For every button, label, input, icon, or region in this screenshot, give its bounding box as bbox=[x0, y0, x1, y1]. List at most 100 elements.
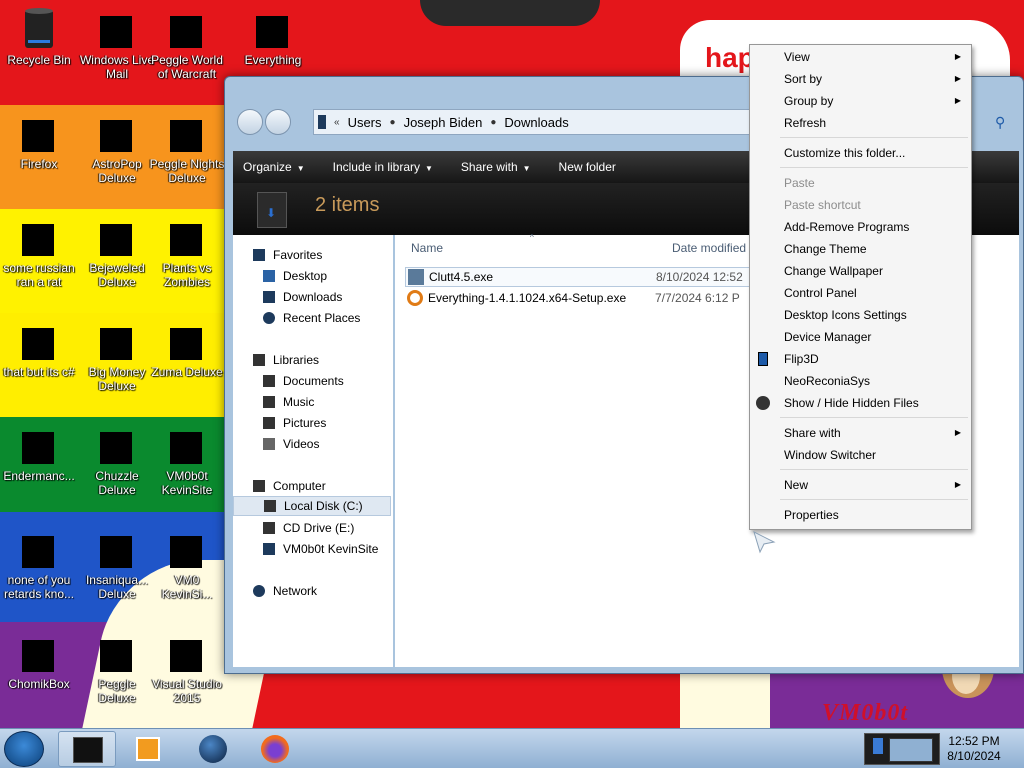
taskbar-explorer-button[interactable] bbox=[58, 731, 116, 767]
nav-label: Downloads bbox=[283, 290, 343, 304]
app-icon bbox=[16, 214, 62, 258]
desktop-icon-russian-rat[interactable]: some russian ran a rat bbox=[0, 214, 78, 289]
nav-network[interactable]: Network bbox=[233, 581, 391, 601]
organize-button[interactable]: Organize ▼ bbox=[243, 160, 305, 174]
nav-cd-drive[interactable]: CD Drive (E:) bbox=[233, 518, 391, 538]
desktop-icon-peggle-wow[interactable]: Peggle World of Warcraft bbox=[148, 6, 226, 81]
menu-item-device-manager[interactable]: Device Manager bbox=[750, 326, 971, 348]
computer-icon bbox=[253, 480, 265, 492]
desktop-icon-label: Peggle Deluxe bbox=[98, 677, 136, 705]
nav-desktop[interactable]: Desktop bbox=[233, 266, 391, 286]
menu-item-flip3d[interactable]: Flip3D bbox=[750, 348, 971, 370]
nav-computer[interactable]: Computer bbox=[233, 476, 391, 496]
app-icon bbox=[16, 422, 62, 466]
menu-item-change-theme[interactable]: Change Theme bbox=[750, 238, 971, 260]
nav-documents[interactable]: Documents bbox=[233, 371, 391, 391]
nav-local-disk[interactable]: Local Disk (C:) bbox=[233, 496, 391, 516]
desktop-icon-visual-studio[interactable]: Visual Studio 2015 bbox=[148, 630, 226, 705]
menu-item-control-panel[interactable]: Control Panel bbox=[750, 282, 971, 304]
menu-item-new[interactable]: New ▶ bbox=[750, 474, 971, 496]
desktop-icon-csharp[interactable]: that but its c# bbox=[0, 318, 78, 379]
desktop-icon-chuzzle[interactable]: Chuzzle Deluxe bbox=[78, 422, 156, 497]
menu-item-refresh[interactable]: Refresh bbox=[750, 112, 971, 134]
breadcrumb[interactable]: « Users ● Joseph Biden ● Downloads ▼ bbox=[313, 109, 793, 135]
menu-item-sort-by[interactable]: Sort by ▶ bbox=[750, 68, 971, 90]
menu-label: Share with bbox=[784, 426, 841, 440]
desktop-icon-zuma[interactable]: Zuma Deluxe bbox=[148, 318, 226, 379]
nav-favorites[interactable]: Favorites bbox=[233, 245, 391, 265]
game-icon bbox=[164, 214, 210, 258]
breadcrumb-joseph-biden[interactable]: Joseph Biden bbox=[396, 115, 491, 130]
menu-item-show-hide-hidden[interactable]: Show / Hide Hidden Files bbox=[750, 392, 971, 414]
desktop-icon-label: Zuma Deluxe bbox=[151, 365, 223, 379]
desktop-icon-firefox[interactable]: Firefox bbox=[0, 110, 78, 171]
new-folder-button[interactable]: New folder bbox=[559, 160, 616, 174]
nav-vm0b0t-kevinsite[interactable]: VM0b0t KevinSite bbox=[233, 539, 391, 559]
desktop-icon-big-money[interactable]: Big Money Deluxe bbox=[78, 318, 156, 393]
system-tray[interactable] bbox=[864, 733, 940, 765]
desktop-icon-none-of-you[interactable]: none of you retards kno... bbox=[0, 526, 78, 601]
tray-app-icon[interactable] bbox=[873, 738, 883, 754]
desktop-icon-bejeweled[interactable]: Bejeweled Deluxe bbox=[78, 214, 156, 289]
desktop-icon bbox=[263, 270, 275, 282]
file-name: Clutt4.5.exe bbox=[429, 270, 494, 284]
menu-item-properties[interactable]: Properties bbox=[750, 504, 971, 526]
back-button[interactable] bbox=[237, 109, 263, 135]
desktop-icon-endermanc[interactable]: Endermanc... bbox=[0, 422, 78, 483]
desktop-icon-label: VM0 KevinSi... bbox=[161, 573, 213, 601]
menu-separator bbox=[780, 137, 968, 138]
menu-item-add-remove-programs[interactable]: Add-Remove Programs bbox=[750, 216, 971, 238]
taskbar-app-button[interactable] bbox=[184, 731, 242, 767]
chevron-down-icon: ▼ bbox=[522, 164, 531, 173]
column-header-date-modified[interactable]: Date modified bbox=[672, 241, 746, 255]
desktop-icon-chomikbox[interactable]: ChomikBox bbox=[0, 630, 78, 691]
desktop-icon-label: Firefox bbox=[20, 157, 58, 171]
desktop-icon-recycle-bin[interactable]: Recycle Bin bbox=[0, 6, 78, 67]
taskbar-firefox-button[interactable] bbox=[246, 731, 304, 767]
menu-item-share-with[interactable]: Share with ▶ bbox=[750, 422, 971, 444]
nav-label: Pictures bbox=[283, 416, 327, 430]
desktop-icon-everything[interactable]: Everything bbox=[234, 6, 312, 67]
menu-item-customize[interactable]: Customize this folder... bbox=[750, 142, 971, 164]
start-button[interactable] bbox=[4, 731, 44, 767]
nav-music[interactable]: Music bbox=[233, 392, 391, 412]
file-date: 8/10/2024 12:52 bbox=[656, 270, 743, 284]
desktop-icon-peggle-nights[interactable]: Peggle Nights Deluxe bbox=[148, 110, 226, 185]
menu-item-view[interactable]: View ▶ bbox=[750, 46, 971, 68]
submenu-arrow-icon: ▶ bbox=[954, 74, 961, 83]
taskbar-clock[interactable]: 12:52 PM 8/10/2024 bbox=[944, 734, 1004, 764]
menu-item-neoreconiasys[interactable]: NeoReconiaSys bbox=[750, 370, 971, 392]
nav-videos[interactable]: Videos bbox=[233, 434, 391, 454]
tray-preview-icon[interactable] bbox=[889, 738, 933, 762]
desktop-icon-insaniquarium[interactable]: Insaniqua... Deluxe bbox=[78, 526, 156, 601]
nav-label: Computer bbox=[273, 479, 326, 493]
breadcrumb-users[interactable]: Users bbox=[340, 115, 390, 130]
nav-downloads[interactable]: Downloads bbox=[233, 287, 391, 307]
nav-label: VM0b0t KevinSite bbox=[283, 542, 379, 556]
globe-icon bbox=[199, 735, 227, 763]
share-with-button[interactable]: Share with ▼ bbox=[461, 160, 531, 174]
nav-label: Documents bbox=[283, 374, 344, 388]
menu-item-change-wallpaper[interactable]: Change Wallpaper bbox=[750, 260, 971, 282]
taskbar-media-player-button[interactable] bbox=[120, 731, 178, 767]
desktop-icon-plants-vs-zombies[interactable]: Plants vs Zombies bbox=[148, 214, 226, 289]
include-in-library-button[interactable]: Include in library ▼ bbox=[333, 160, 433, 174]
menu-item-group-by[interactable]: Group by ▶ bbox=[750, 90, 971, 112]
desktop-icon-peggle-deluxe[interactable]: Peggle Deluxe bbox=[78, 630, 156, 705]
download-arrow-icon: ⬇ bbox=[266, 206, 277, 220]
breadcrumb-downloads[interactable]: Downloads bbox=[496, 115, 576, 130]
menu-item-desktop-icons-settings[interactable]: Desktop Icons Settings bbox=[750, 304, 971, 326]
column-header-name[interactable]: Name bbox=[411, 241, 443, 255]
search-icon[interactable]: ⚲ bbox=[995, 115, 1005, 131]
desktop-icon-label: that but its c# bbox=[3, 365, 75, 379]
forward-button[interactable] bbox=[265, 109, 291, 135]
desktop-icon-vm0b0t-kevinsite[interactable]: VM0b0t KevinSite bbox=[148, 422, 226, 497]
desktop-icon-windows-live-mail[interactable]: Windows Live Mail bbox=[78, 6, 156, 81]
desktop-icon-vm0-kevinsite[interactable]: VM0 KevinSi... bbox=[148, 526, 226, 601]
menu-label: View bbox=[784, 50, 810, 64]
menu-item-window-switcher[interactable]: Window Switcher bbox=[750, 444, 971, 466]
desktop-icon-astropop[interactable]: AstroPop Deluxe bbox=[78, 110, 156, 185]
nav-recent-places[interactable]: Recent Places bbox=[233, 308, 391, 328]
nav-pictures[interactable]: Pictures bbox=[233, 413, 391, 433]
nav-libraries[interactable]: Libraries bbox=[233, 350, 391, 370]
